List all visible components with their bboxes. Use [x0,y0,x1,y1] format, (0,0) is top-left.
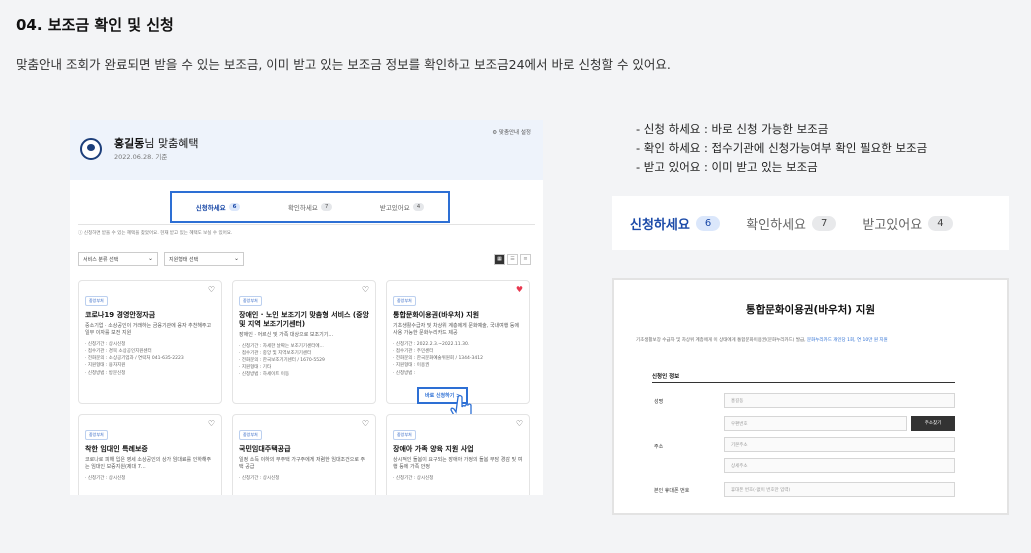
benefit-card[interactable]: 중앙부처 ♥ 통합문화이용권(바우처) 지원 기초생활수급자 및 차상위 계층에… [386,280,530,424]
card-title: 장애아 가족 양육 지원 사업 [393,445,474,453]
service-category-select[interactable]: 서비스 분류 선택 ⌄ [78,252,158,266]
legend-apply: - 신청 하세요 : 바로 신청 가능한 보조금 [636,122,829,136]
user-greeting: 홍길동님 맞춤혜택 [114,137,199,150]
phone-field[interactable]: 휴대폰 번호(-없이 번호만 입력) [724,482,955,497]
card-detail: 지원형태 : 기타 [239,364,369,371]
card-detail: 신청기간 : 상시신청 [85,341,215,348]
card-title: 코로나19 경영안정자금 [85,311,156,319]
benefit-card[interactable]: 중앙부처 ♡ 장애아 가족 양육 지원 사업 상시적인 돌봄이 요구되는 장애아… [386,414,530,495]
chevron-down-icon: ⌄ [147,255,153,262]
page-description: 맞춤안내 조회가 완료되면 받을 수 있는 보조금, 이미 받고 있는 보조금 … [16,57,671,72]
card-detail: 신청방법 : 하세이트 이동 [239,371,369,378]
list-view-icon[interactable]: ☰ [507,254,518,265]
user-avatar-icon [80,138,102,160]
application-form-preview: 통합문화이용권(바우처) 지원 기초생활보장 수급자 및 차상위 계층에게 이 … [612,278,1009,515]
benefit-screen-mockup: 홍길동님 맞춤혜택 2022.06.28. 기준 ⚙ 맞춤안내 설정 신청하세요… [70,120,543,495]
agency-badge: 중앙부처 [393,430,416,440]
compact-view-icon[interactable]: ≡ [520,254,531,265]
card-desc: 일정 소득 이하의 무주택 가구주에게 저렴한 임대조건으로 주택 공급 [239,456,366,470]
divider [78,224,535,225]
mock-header: 홍길동님 맞춤혜택 2022.06.28. 기준 ⚙ 맞춤안내 설정 [70,120,543,180]
tab-receiving[interactable]: 받고있어요 4 [862,214,953,233]
form-note-link[interactable]: 문화누리카드 개인당 1회, 연 10만 원 지원 [807,338,888,343]
address-detail-field[interactable]: 상세주소 [724,458,955,473]
card-detail: 신청기간 : 자세한 날짜는 보조기기센터에... [239,343,369,350]
benefit-card[interactable]: 중앙부처 ♡ 국민임대주택공급 일정 소득 이하의 무주택 가구주에게 저렴한 … [232,414,376,495]
count-badge: 7 [812,215,837,231]
agency-badge: 중앙부처 [239,430,262,440]
zip-code-field[interactable]: 우편번호 [724,416,907,431]
form-title: 통합문화이용권(바우처) 지원 [745,304,876,316]
heart-icon[interactable]: ♡ [362,419,369,428]
phone-label: 본인 휴대폰 번호 [654,488,690,494]
card-detail: 전화문의 : 소상공기업과 / 연락처 041-635-2223 [85,355,215,362]
card-detail: 신청기간 : 상시신청 [239,475,369,482]
tab-check[interactable]: 확인하세요 7 [746,214,837,233]
card-title: 국민임대주택공급 [239,445,291,453]
card-title: 통합문화이용권(바우처) 지원 [393,311,480,319]
card-desc: 코로나로 피해 입은 영세 소상공인의 상가 임대료를 인하해주는 임대인 보증… [85,456,212,470]
support-type-select[interactable]: 지원형태 선택 ⌄ [164,252,244,266]
card-detail: 접수기관 : 주민센터 [393,348,523,355]
page-title: 04. 보조금 확인 및 신청 [16,16,174,34]
agency-badge: 중앙부처 [85,296,108,306]
card-detail: 접수기관 : 중앙 및 지역보조기기센터 [239,350,369,357]
card-detail: 신청방법 : [393,370,523,377]
card-detail: 신청방법 : 방문신청 [85,370,215,377]
form-note: 기초생활보장 수급자 및 차상위 계층에게 이 상태에게 통합문화이용권(문화누… [636,338,888,343]
heart-filled-icon[interactable]: ♥ [516,285,523,294]
card-detail: 지원형태 : 이용권 [393,362,523,369]
card-detail: 지원형태 : 융자지원 [85,362,215,369]
agency-badge: 중앙부처 [239,296,262,306]
benefit-card[interactable]: 중앙부처 ♡ 코로나19 경영안정자금 중소기업 · 소상공인이 거래하는 금융… [78,280,222,404]
card-desc: 상시적인 돌봄이 요구되는 장애아 가정의 돌봄 부담 경감 및 여행 등에 가… [393,456,523,470]
mini-tab-bar: 신청하세요 6 확인하세요 7 받고있어요 4 [170,191,450,223]
card-detail: 신청기간 : 2022.2.3.~2022.11.30. [393,341,523,348]
card-desc: 기초생활수급자 및 차상위 계층에게 문화예술, 국내여행 등에 사용 가능한 … [393,322,520,336]
heart-icon[interactable]: ♡ [362,285,369,294]
card-detail: 접수기관 : 경북 소상공인지원센터 [85,348,215,355]
address-field[interactable]: 기본주소 [724,437,955,452]
card-desc: 장애인 · 어르신 및 가족 대상으로 보조기기... [239,331,334,338]
count-badge: 4 [928,215,953,231]
tab-check-mini[interactable]: 확인하세요 7 [288,202,333,212]
grid-view-icon[interactable]: ▦ [494,254,505,265]
heart-icon[interactable]: ♡ [208,419,215,428]
chevron-down-icon: ⌄ [233,255,239,262]
tab-bar-zoom: 신청하세요 6 확인하세요 7 받고있어요 4 [612,196,1009,250]
section-divider [652,382,955,383]
card-detail: 전화문의 : 한국보조기기센터 / 1670-5529 [239,357,369,364]
address-label: 주소 [654,444,664,450]
heart-icon[interactable]: ♡ [208,285,215,294]
benefit-card[interactable]: 중앙부처 ♡ 장애인 · 노인 보조기기 맞춤형 서비스 (중앙 및 지역 보조… [232,280,376,404]
card-desc: 중소기업 · 소상공인이 거래하는 금융기관에 융자 추천해주고 일부 이자를 … [85,322,212,336]
tab-receiving-mini[interactable]: 받고있어요 4 [380,202,425,212]
name-field[interactable]: 홍길동 [724,393,955,408]
tab-apply[interactable]: 신청하세요 6 [630,214,721,233]
view-toggle: ▦ ☰ ≡ [494,254,531,265]
name-label: 성명 [654,399,664,405]
agency-badge: 중앙부처 [393,296,416,306]
agency-badge: 중앙부처 [85,430,108,440]
tab-apply-mini[interactable]: 신청하세요 6 [196,202,241,212]
benefit-card[interactable]: 중앙부처 ♡ 착한 임대인 특례보증 코로나로 피해 입은 영세 소상공인의 상… [78,414,222,495]
notice-text: ⓘ 신청하면 받을 수 있는 혜택을 찾았어요. 현재 받고 있는 혜택도 보실… [78,231,233,236]
settings-link[interactable]: ⚙ 맞춤안내 설정 [492,128,531,136]
legend-receiving: - 받고 있어요 : 이미 받고 있는 보조금 [636,160,818,174]
card-detail: 신청기간 : 상시신청 [85,475,215,482]
count-badge: 6 [695,215,721,231]
tab-legend: - 신청 하세요 : 바로 신청 가능한 보조금 - 확인 하세요 : 접수기관… [636,120,927,177]
card-detail: 신청기간 : 상시신청 [393,475,523,482]
reference-date: 2022.06.28. 기준 [114,153,168,161]
section-title: 신청인 정보 [652,374,680,380]
card-detail: 전화문의 : 한국문화예술위원회 / 1344-3412 [393,355,523,362]
legend-check: - 확인 하세요 : 접수기관에 신청가능여부 확인 필요한 보조금 [636,141,928,155]
card-title: 착한 임대인 특례보증 [85,445,148,453]
heart-icon[interactable]: ♡ [516,419,523,428]
find-address-button[interactable]: 주소찾기 [911,416,955,431]
card-title: 장애인 · 노인 보조기기 맞춤형 서비스 (중앙 및 지역 보조기기센터) [239,311,369,328]
